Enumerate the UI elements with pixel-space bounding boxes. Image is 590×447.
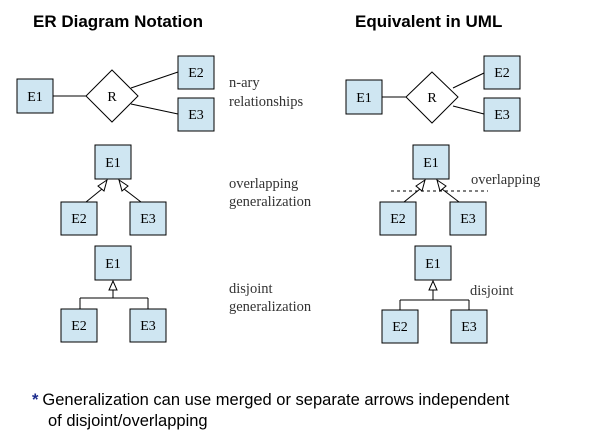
diagram-canvas: ER Diagram Notation Equivalent in UML E1… [16,12,540,344]
er-overlap-arrowhead-left [97,178,108,192]
er-nary-entity-e3-label: E3 [188,108,204,123]
er-disjoint-arrowhead [108,279,118,291]
uml-nary-entity-e1-label: E1 [356,91,372,106]
er-disjoint-generalization: E1 E2 E3 [60,245,167,343]
er-disjoint-entity-e1-label: E1 [105,257,121,272]
er-overlap-entity-e1-label: E1 [105,156,121,171]
uml-disjoint-label: disjoint [470,283,514,299]
er-overlapping-generalization: E1 E2 E3 [60,144,167,236]
uml-overlap-arrowhead-right [436,178,447,192]
er-overlap-entity-e2-label: E2 [71,212,87,227]
uml-nary-entity-e3-label: E3 [494,108,510,123]
er-nary-entity-e1-label: E1 [27,90,43,105]
disjoint-note-line1: disjoint [229,281,273,297]
er-notation-heading: ER Diagram Notation [33,12,203,31]
er-overlap-entity-e3-label: E3 [140,212,156,227]
er-disjoint-entity-e2-label: E2 [71,319,87,334]
footnote-line1: Generalization can use merged or separat… [42,391,510,409]
uml-overlap-arrowhead-left [415,178,426,192]
nary-note-line2: relationships [229,94,303,110]
uml-overlapping-generalization: E1 E2 E3 [379,144,488,236]
footnote-asterisk: * [32,391,39,409]
uml-disjoint-arrowhead [428,279,438,291]
er-disjoint-entity-e3-label: E3 [140,319,156,334]
footnote: * Generalization can use merged or separa… [32,390,582,432]
uml-disjoint-entity-e3-label: E3 [461,320,477,335]
er-nary-relationship: E1 R E2 E3 [16,55,215,132]
er-nary-entity-e2-label: E2 [188,66,204,81]
uml-nary-relationship: E1 R E2 E3 [345,55,521,132]
uml-equivalent-heading: Equivalent in UML [355,12,502,31]
uml-nary-entity-e2-label: E2 [494,66,510,81]
uml-overlap-entity-e2-label: E2 [390,212,406,227]
uml-overlap-entity-e3-label: E3 [460,212,476,227]
footnote-line2: of disjoint/overlapping [48,412,208,430]
uml-disjoint-entity-e1-label: E1 [425,257,441,272]
uml-disjoint-entity-e2-label: E2 [392,320,408,335]
er-overlap-arrowhead-right [118,178,129,192]
uml-overlap-entity-e1-label: E1 [423,156,439,171]
uml-nary-relationship-label: R [427,91,437,106]
disjoint-note-line2: generalization [229,299,312,315]
nary-note-line1: n-ary [229,75,260,91]
overlap-note-line2: generalization [229,194,312,210]
uml-overlapping-label: overlapping [471,172,540,188]
overlap-note-line1: overlapping [229,176,298,192]
er-nary-relationship-label: R [107,90,117,105]
